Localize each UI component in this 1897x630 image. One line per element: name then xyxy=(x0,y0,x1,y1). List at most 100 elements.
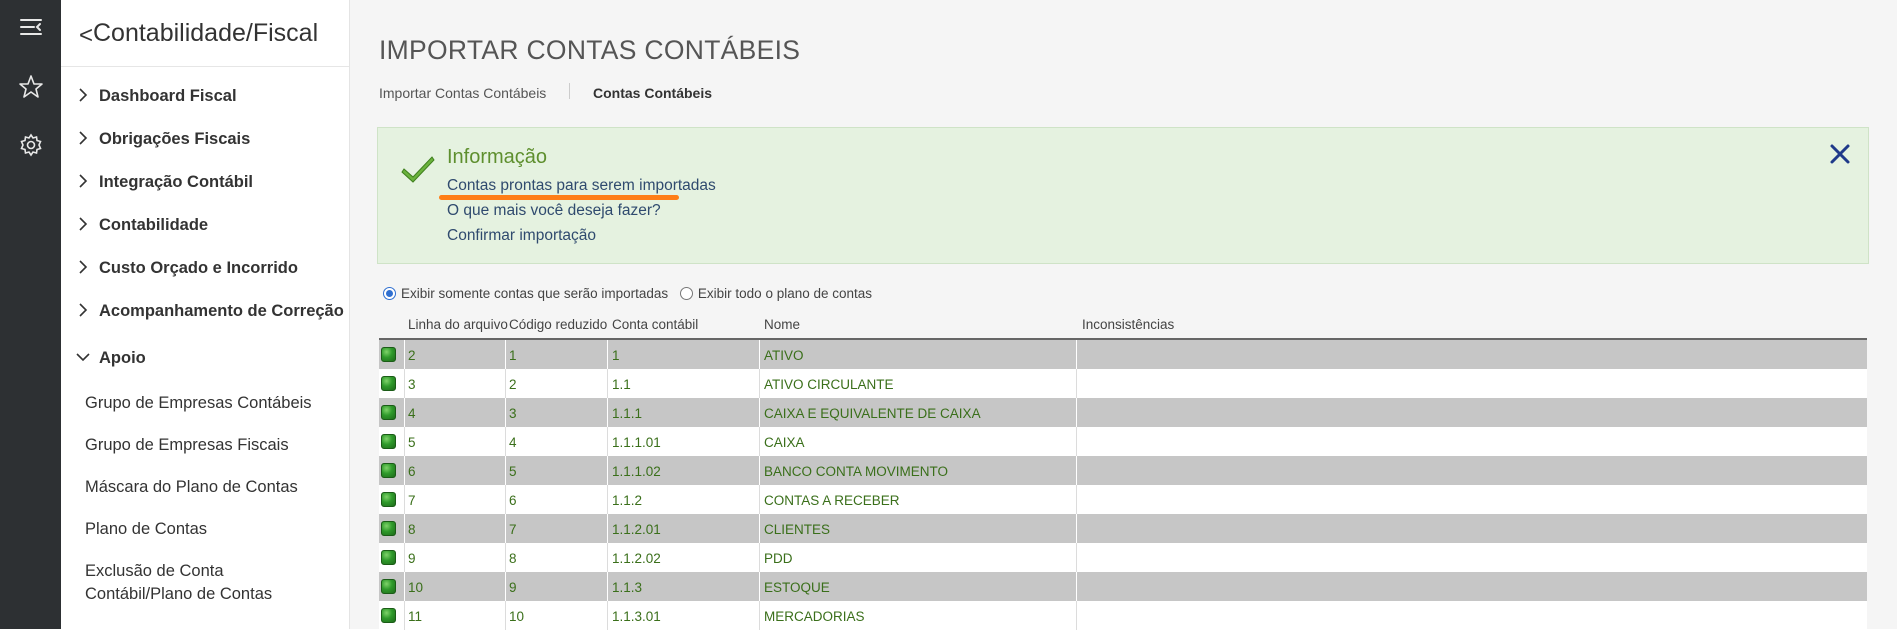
cell-divider xyxy=(505,485,506,514)
cell-linha: 4 xyxy=(408,406,416,421)
nav-subitem[interactable]: Máscara do Plano de Contas xyxy=(85,476,335,499)
cell-divider xyxy=(607,601,608,630)
status-ok-icon xyxy=(381,608,396,623)
cell-divider xyxy=(1076,369,1077,398)
cell-conta: 1.1.1 xyxy=(612,406,643,421)
cell-nome: ATIVO xyxy=(764,348,804,363)
cell-divider xyxy=(404,398,405,427)
cell-divider xyxy=(1076,427,1077,456)
nav-item[interactable]: Custo Orçado e Incorrido xyxy=(75,257,349,287)
cell-conta: 1.1.1.02 xyxy=(612,464,661,479)
breadcrumb-current: Contas Contábeis xyxy=(593,85,713,101)
nav-item[interactable]: Acompanhamento de Correção xyxy=(75,300,349,330)
status-ok-icon xyxy=(381,347,396,362)
nav-item-label: Dashboard Fiscal xyxy=(99,87,237,105)
cell-divider xyxy=(607,398,608,427)
cell-nome: PDD xyxy=(764,551,793,566)
cell-divider xyxy=(505,369,506,398)
chevron-right-icon xyxy=(79,174,88,188)
chevron-right-icon xyxy=(79,260,88,274)
radio-full-plan[interactable] xyxy=(679,286,693,300)
close-icon[interactable] xyxy=(1823,137,1857,171)
header-conta[interactable]: Conta contábil xyxy=(612,317,698,332)
nav-item[interactable]: Integração Contábil xyxy=(75,171,349,201)
nav-subitem[interactable]: Plano de Contas xyxy=(85,518,335,541)
alert-message: Contas prontas para serem importadas xyxy=(447,177,716,194)
table-row[interactable]: 3 2 1.1 ATIVO CIRCULANTE xyxy=(379,369,1867,398)
cell-divider xyxy=(505,601,506,630)
icon-rail xyxy=(0,0,61,629)
cell-linha: 6 xyxy=(408,464,416,479)
cell-divider xyxy=(759,456,760,485)
cell-linha: 5 xyxy=(408,435,416,450)
cell-divider xyxy=(505,456,506,485)
header-linha[interactable]: Linha do arquivo xyxy=(408,317,508,332)
cell-conta: 1 xyxy=(612,348,620,363)
table-row[interactable]: 4 3 1.1.1 CAIXA E EQUIVALENTE DE CAIXA xyxy=(379,398,1867,427)
star-icon[interactable] xyxy=(18,74,44,100)
gear-icon[interactable] xyxy=(18,132,44,158)
header-codigo[interactable]: Código reduzido xyxy=(509,317,607,332)
cell-divider xyxy=(607,369,608,398)
table-row[interactable]: 10 9 1.1.3 ESTOQUE xyxy=(379,572,1867,601)
cell-divider xyxy=(1076,340,1077,369)
confirm-import-link[interactable]: Confirmar importação xyxy=(447,227,596,245)
cell-linha: 3 xyxy=(408,377,416,392)
table-row[interactable]: 2 1 1 ATIVO xyxy=(379,340,1867,369)
radio-only-imported-label[interactable]: Exibir somente contas que serão importad… xyxy=(401,286,668,301)
cell-divider xyxy=(404,572,405,601)
cell-divider xyxy=(505,398,506,427)
cell-codigo: 5 xyxy=(509,464,517,479)
breadcrumb-link[interactable]: Importar Contas Contábeis xyxy=(379,85,546,101)
nav-item[interactable]: Apoio xyxy=(75,347,349,377)
radio-full-plan-label[interactable]: Exibir todo o plano de contas xyxy=(698,286,872,301)
cell-nome: CONTAS A RECEBER xyxy=(764,493,900,508)
nav-item-label: Obrigações Fiscais xyxy=(99,130,251,148)
cell-codigo: 8 xyxy=(509,551,517,566)
table-row[interactable]: 9 8 1.1.2.02 PDD xyxy=(379,543,1867,572)
table-row[interactable]: 5 4 1.1.1.01 CAIXA xyxy=(379,427,1867,456)
cell-divider xyxy=(505,427,506,456)
menu-collapse-icon[interactable] xyxy=(18,14,44,40)
breadcrumb-separator xyxy=(569,83,570,99)
radio-only-imported[interactable] xyxy=(383,286,396,300)
cell-divider xyxy=(607,340,608,369)
cell-divider xyxy=(404,369,405,398)
nav-item-label: Contabilidade xyxy=(99,216,209,234)
status-ok-icon xyxy=(381,376,396,391)
cell-divider xyxy=(505,543,506,572)
nav-item[interactable]: Obrigações Fiscais xyxy=(75,128,349,158)
nav-item[interactable]: Contabilidade xyxy=(75,214,349,244)
cell-conta: 1.1.1.01 xyxy=(612,435,661,450)
cell-divider xyxy=(1076,514,1077,543)
nav-subitem[interactable]: Grupo de Empresas Fiscais xyxy=(85,434,335,457)
nav-item[interactable]: Dashboard Fiscal xyxy=(75,85,349,115)
cell-divider xyxy=(1076,572,1077,601)
nav-subitem[interactable]: Exclusão de Conta Contábil/Plano de Cont… xyxy=(85,560,335,606)
status-ok-icon xyxy=(381,463,396,478)
status-ok-icon xyxy=(381,521,396,536)
table-row[interactable]: 6 5 1.1.1.02 BANCO CONTA MOVIMENTO xyxy=(379,456,1867,485)
table-row[interactable]: 7 6 1.1.2 CONTAS A RECEBER xyxy=(379,485,1867,514)
cell-linha: 10 xyxy=(408,580,424,595)
chevron-right-icon xyxy=(79,88,88,102)
cell-divider xyxy=(1076,398,1077,427)
table-row[interactable]: 11 10 1.1.3.01 MERCADORIAS xyxy=(379,601,1867,630)
alert-title: Informação xyxy=(447,146,548,168)
nav-subitem[interactable]: Grupo de Empresas Contábeis xyxy=(85,392,335,415)
cell-nome: CLIENTES xyxy=(764,522,831,537)
header-nome[interactable]: Nome xyxy=(764,317,800,332)
cell-codigo: 1 xyxy=(509,348,517,363)
nav-item-label: Apoio xyxy=(99,349,146,367)
chevron-right-icon xyxy=(79,131,88,145)
chevron-right-icon xyxy=(79,217,88,231)
info-alert: Informação Contas prontas para serem imp… xyxy=(377,127,1869,264)
nav-panel: < Contabilidade/Fiscal Dashboard Fiscal O… xyxy=(61,0,350,629)
chevron-down-icon xyxy=(76,353,90,362)
table-row[interactable]: 8 7 1.1.2.01 CLIENTES xyxy=(379,514,1867,543)
cell-nome: MERCADORIAS xyxy=(764,609,865,624)
chevron-right-icon xyxy=(79,303,88,317)
cell-divider xyxy=(607,514,608,543)
back-button[interactable]: < xyxy=(79,22,93,50)
header-inconsistencias[interactable]: Inconsistências xyxy=(1082,317,1174,332)
